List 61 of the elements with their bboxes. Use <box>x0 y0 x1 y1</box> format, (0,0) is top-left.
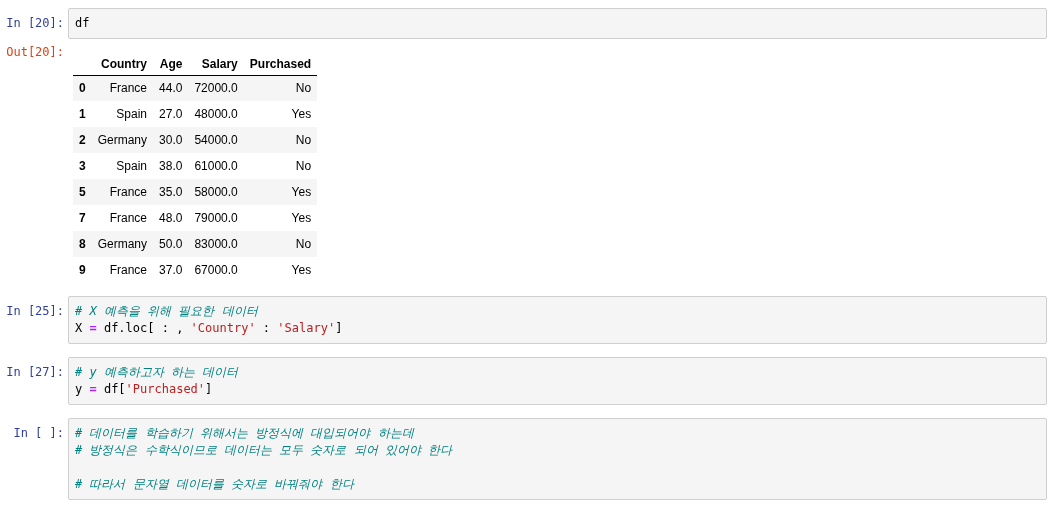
table-cell: 72000.0 <box>194 81 238 96</box>
table-cell: France <box>109 263 148 277</box>
table-cell: Yes <box>291 185 312 199</box>
row-index: 5 <box>79 185 86 199</box>
table-cell: 54000.0 <box>194 133 238 147</box>
table-cell: 50.0 <box>159 237 183 251</box>
column-header: Country <box>101 56 148 71</box>
column-header: Age <box>159 56 183 71</box>
table-cell: No <box>295 133 312 147</box>
table-cell: No <box>295 81 312 96</box>
table-cell: 58000.0 <box>194 185 238 199</box>
input-prompt: In [20]: <box>6 16 64 30</box>
row-index: 3 <box>79 159 86 173</box>
code-line: # y 예측하고자 하는 데이터 <box>75 364 240 381</box>
table-cell: Yes <box>291 211 312 225</box>
row-index: 7 <box>79 211 86 225</box>
table-cell: 44.0 <box>159 81 183 96</box>
table-cell: No <box>295 237 312 251</box>
code-line: df <box>75 15 91 32</box>
row-index: 9 <box>79 263 86 277</box>
table-cell: 37.0 <box>159 263 183 277</box>
input-prompt: In [27]: <box>6 365 64 379</box>
table-cell: 48000.0 <box>194 107 238 121</box>
code-line: # 데이터를 학습하기 위해서는 방정식에 대입되어야 하는데 <box>75 425 416 442</box>
table-cell: France <box>109 185 148 199</box>
table-cell: 48.0 <box>159 211 183 225</box>
row-index: 8 <box>79 237 86 251</box>
table-cell: Spain <box>116 159 148 173</box>
code-cell[interactable]: # X 예측을 위해 필요한 데이터 X = df.loc[ : , 'Country' : 'Salary'] <box>68 296 1047 344</box>
output-prompt: Out[20]: <box>6 45 64 59</box>
code-cell[interactable]: df <box>68 8 1047 39</box>
table-cell: Spain <box>116 107 148 121</box>
table-cell: 79000.0 <box>194 211 238 225</box>
code-line: # 따라서 문자열 데이터를 숫자로 바꿔줘야 한다 <box>75 476 356 493</box>
table-cell: France <box>109 81 148 96</box>
table-cell: Germany <box>97 133 148 147</box>
column-header: Salary <box>201 56 238 71</box>
code-line: y = df['Purchased'] <box>75 381 214 398</box>
row-index: 1 <box>79 107 86 121</box>
table-cell: Yes <box>291 263 312 277</box>
row-index: 0 <box>79 81 86 96</box>
code-cell[interactable]: # 데이터를 학습하기 위해서는 방정식에 대입되어야 하는데 # 방정식은 수학식이므로 데이터는 모두 숫자로 되어 있어야 한다 # 따라서 문자열 데이터를 숫자로 바꿔줘야 한다 <box>68 418 1047 500</box>
table-cell: No <box>295 159 312 173</box>
table-cell: Yes <box>291 107 312 121</box>
column-header: Purchased <box>249 56 312 71</box>
table-cell: 83000.0 <box>194 237 238 251</box>
row-index: 2 <box>79 133 86 147</box>
table-cell: Germany <box>97 237 148 251</box>
code-cell[interactable]: # y 예측하고자 하는 데이터 y = df['Purchased'] <box>68 357 1047 405</box>
table-cell: 67000.0 <box>194 263 238 277</box>
code-line: # 방정식은 수학식이므로 데이터는 모두 숫자로 되어 있어야 한다 <box>75 442 454 459</box>
table-cell: 38.0 <box>159 159 183 173</box>
table-cell: France <box>109 211 148 225</box>
code-line: # X 예측을 위해 필요한 데이터 <box>75 303 260 320</box>
code-line: X = df.loc[ : , 'Country' : 'Salary'] <box>75 320 344 337</box>
table-cell: 35.0 <box>159 185 183 199</box>
table-cell: 61000.0 <box>194 159 238 173</box>
table-cell: 27.0 <box>159 107 183 121</box>
input-prompt: In [25]: <box>6 304 64 318</box>
input-prompt: In [ ]: <box>13 426 64 440</box>
table-cell: 30.0 <box>159 133 183 147</box>
